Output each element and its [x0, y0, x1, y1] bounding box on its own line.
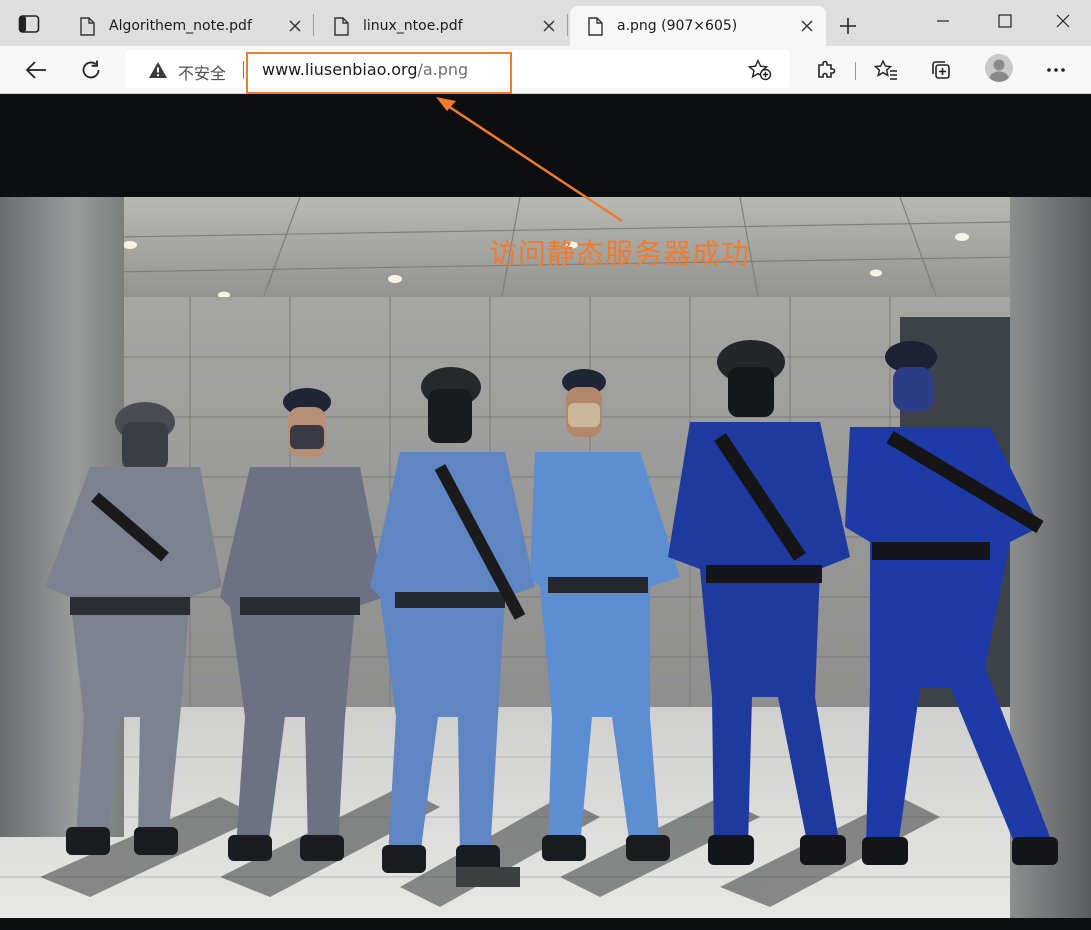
annotation-arrow: [436, 97, 623, 223]
annotation-text: 访问静态服务器成功: [489, 237, 751, 270]
